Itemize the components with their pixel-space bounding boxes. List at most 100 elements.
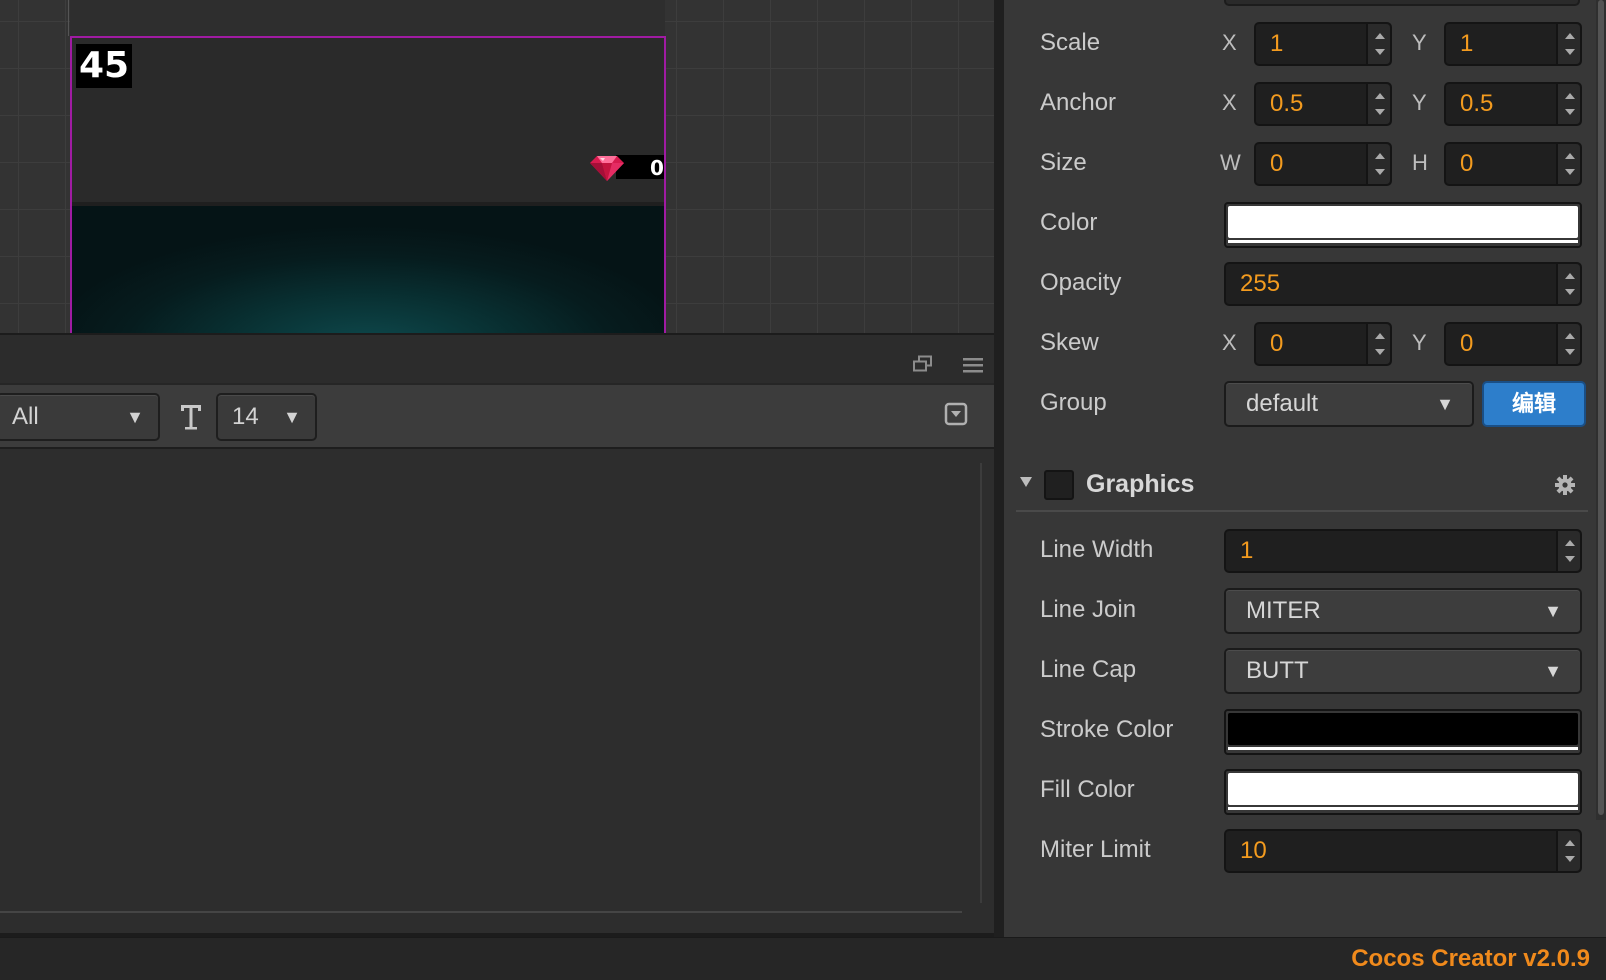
prop-scale: Scale X 1 Y 1 bbox=[1004, 13, 1594, 73]
inspector-scrollbar[interactable] bbox=[1596, 0, 1606, 820]
stroke-color-swatch bbox=[1228, 713, 1578, 745]
cut-off-field[interactable] bbox=[1224, 0, 1580, 6]
spinner-up-icon bbox=[1375, 93, 1385, 99]
collapse-icon[interactable] bbox=[944, 402, 968, 426]
spinner-down-icon bbox=[1565, 856, 1575, 862]
font-size-select[interactable]: 14 ▼ bbox=[216, 393, 317, 441]
gear-icon[interactable] bbox=[1554, 474, 1576, 496]
chevron-down-icon: ▼ bbox=[126, 407, 144, 427]
prop-skew-label: Skew bbox=[1040, 329, 1099, 356]
size-h-input[interactable]: 0 bbox=[1444, 142, 1582, 186]
anchor-x-axis-label: X bbox=[1222, 90, 1237, 115]
anchor-y-input[interactable]: 0.5 bbox=[1444, 82, 1582, 126]
prop-line-width-label: Line Width bbox=[1040, 536, 1154, 563]
spinner-up-icon bbox=[1565, 153, 1575, 159]
console-vertical-scrollbar[interactable] bbox=[980, 463, 982, 903]
group-select-value: default bbox=[1246, 390, 1319, 417]
spinner-down-icon bbox=[1375, 169, 1385, 175]
inspector-panel: Scale X 1 Y 1 Anchor X 0.5 Y 0.5 Size W … bbox=[1004, 0, 1606, 937]
version-label: Cocos Creator v2.0.9 bbox=[1351, 945, 1590, 972]
scale-x-spinner[interactable] bbox=[1366, 24, 1390, 64]
score-label[interactable]: 45 bbox=[76, 44, 133, 88]
menu-icon[interactable] bbox=[962, 356, 984, 374]
stroke-color-picker[interactable] bbox=[1224, 709, 1582, 755]
graphics-enable-checkbox[interactable] bbox=[1044, 470, 1074, 500]
skew-x-spinner[interactable] bbox=[1366, 324, 1390, 364]
group-edit-button[interactable]: 编辑 bbox=[1482, 381, 1586, 427]
line-join-value: MITER bbox=[1246, 597, 1321, 624]
skew-y-spinner[interactable] bbox=[1556, 324, 1580, 364]
stroke-color-alpha-bar bbox=[1228, 747, 1578, 750]
prop-miter-limit: Miter Limit 10 bbox=[1004, 820, 1594, 880]
anchor-x-spinner[interactable] bbox=[1366, 84, 1390, 124]
scale-x-input[interactable]: 1 bbox=[1254, 22, 1392, 66]
anchor-y-value: 0.5 bbox=[1460, 90, 1494, 117]
scale-y-input[interactable]: 1 bbox=[1444, 22, 1582, 66]
opacity-spinner[interactable] bbox=[1556, 264, 1580, 304]
size-h-spinner[interactable] bbox=[1556, 144, 1580, 184]
fill-color-picker[interactable] bbox=[1224, 769, 1582, 815]
inspector-scrollbar-thumb[interactable] bbox=[1598, 0, 1604, 815]
skew-y-value: 0 bbox=[1460, 330, 1474, 357]
spinner-down-icon bbox=[1565, 349, 1575, 355]
fill-color-swatch bbox=[1228, 773, 1578, 805]
console-horizontal-scrollbar[interactable] bbox=[0, 911, 962, 913]
prop-opacity-label: Opacity bbox=[1040, 269, 1122, 296]
line-width-value: 1 bbox=[1240, 537, 1254, 564]
size-w-value: 0 bbox=[1270, 150, 1284, 177]
line-join-select[interactable]: MITER ▼ bbox=[1224, 588, 1582, 634]
log-level-select[interactable]: All ▼ bbox=[0, 393, 160, 441]
fill-color-alpha-bar bbox=[1228, 807, 1578, 810]
anchor-y-axis-label: Y bbox=[1412, 90, 1427, 115]
anchor-x-input[interactable]: 0.5 bbox=[1254, 82, 1392, 126]
size-w-input[interactable]: 0 bbox=[1254, 142, 1392, 186]
miter-limit-spinner[interactable] bbox=[1556, 831, 1580, 871]
line-cap-select[interactable]: BUTT ▼ bbox=[1224, 648, 1582, 694]
spinner-up-icon bbox=[1565, 273, 1575, 279]
line-width-spinner[interactable] bbox=[1556, 531, 1580, 571]
game-canvas[interactable]: 45 0 bbox=[70, 36, 666, 333]
chevron-down-icon: ▼ bbox=[1544, 601, 1562, 621]
panel-splitter[interactable] bbox=[994, 0, 1004, 937]
prop-stroke-color-label: Stroke Color bbox=[1040, 716, 1174, 743]
skew-y-input[interactable]: 0 bbox=[1444, 322, 1582, 366]
spinner-down-icon bbox=[1565, 109, 1575, 115]
size-w-spinner[interactable] bbox=[1366, 144, 1390, 184]
group-select[interactable]: default ▼ bbox=[1224, 381, 1474, 427]
fold-triangle-icon[interactable] bbox=[1018, 474, 1034, 490]
spinner-up-icon bbox=[1565, 540, 1575, 546]
skew-x-input[interactable]: 0 bbox=[1254, 322, 1392, 366]
console-log-area[interactable] bbox=[0, 449, 995, 937]
scale-y-spinner[interactable] bbox=[1556, 24, 1580, 64]
miter-limit-input[interactable]: 10 bbox=[1224, 829, 1582, 873]
detach-window-icon[interactable] bbox=[912, 355, 934, 373]
spinner-down-icon bbox=[1375, 109, 1385, 115]
graphics-divider bbox=[1016, 510, 1588, 512]
prop-color-label: Color bbox=[1040, 209, 1098, 236]
prop-anchor-label: Anchor bbox=[1040, 89, 1117, 116]
canvas-background-gradient bbox=[72, 206, 664, 333]
spinner-down-icon bbox=[1565, 289, 1575, 295]
anchor-y-spinner[interactable] bbox=[1556, 84, 1580, 124]
spinner-down-icon bbox=[1375, 349, 1385, 355]
log-level-value: All bbox=[12, 403, 39, 430]
size-w-axis-label: W bbox=[1220, 150, 1241, 175]
spinner-down-icon bbox=[1565, 49, 1575, 55]
console-toolbar: All ▼ 14 ▼ bbox=[0, 383, 995, 449]
skew-x-value: 0 bbox=[1270, 330, 1284, 357]
prop-stroke-color: Stroke Color bbox=[1004, 700, 1594, 760]
scene-view[interactable]: 45 0 bbox=[0, 0, 995, 333]
spinner-up-icon bbox=[1375, 153, 1385, 159]
prop-color: Color bbox=[1004, 193, 1594, 253]
canvas-header-area bbox=[72, 38, 664, 202]
scale-x-value: 1 bbox=[1270, 30, 1284, 57]
graphics-component-header[interactable]: Graphics bbox=[1004, 456, 1594, 512]
gem-counter[interactable]: 0 bbox=[588, 154, 664, 181]
line-width-input[interactable]: 1 bbox=[1224, 529, 1582, 573]
scene-canvas-top-strip bbox=[70, 0, 665, 36]
size-h-value: 0 bbox=[1460, 150, 1474, 177]
spinner-up-icon bbox=[1375, 333, 1385, 339]
skew-y-axis-label: Y bbox=[1412, 330, 1427, 355]
opacity-input[interactable]: 255 bbox=[1224, 262, 1582, 306]
color-picker[interactable] bbox=[1224, 202, 1582, 248]
